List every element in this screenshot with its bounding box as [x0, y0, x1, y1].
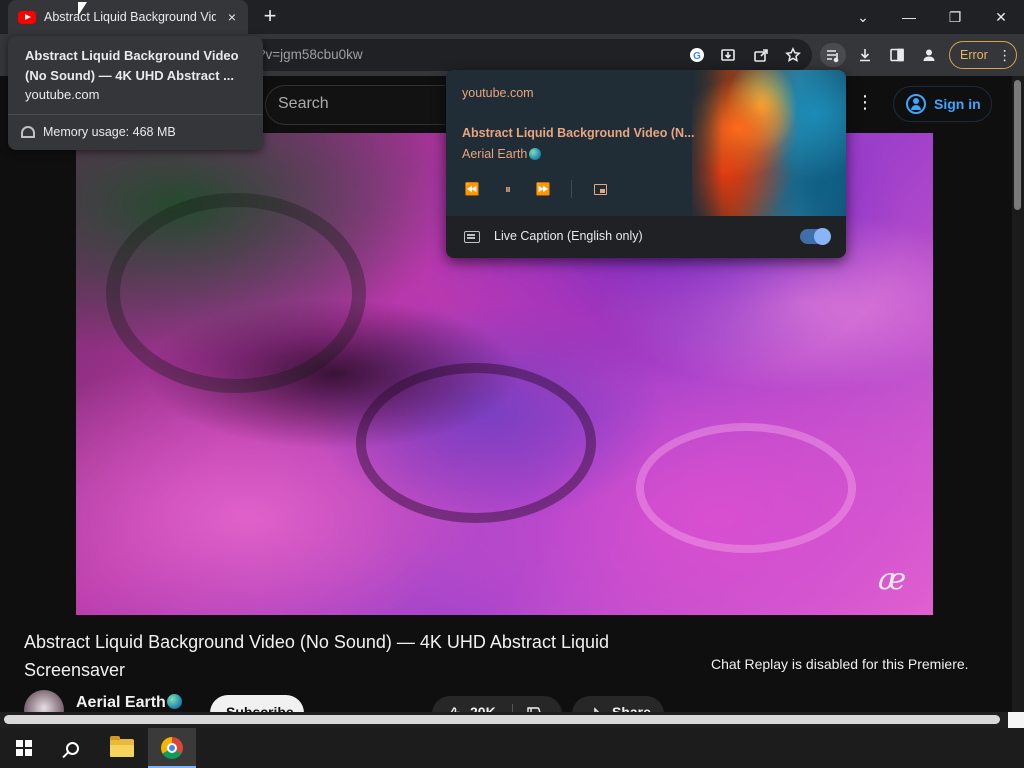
artwork-fade — [682, 70, 722, 216]
forward-icon[interactable]: ⏩ — [532, 180, 554, 198]
controls-divider — [571, 180, 572, 198]
start-button[interactable] — [0, 728, 48, 768]
share-icon[interactable] — [749, 43, 773, 67]
media-source-domain: youtube.com — [462, 86, 534, 100]
video-title: Abstract Liquid Background Video (No Sou… — [24, 632, 609, 680]
tab-title: Abstract Liquid Background Video — [44, 10, 216, 24]
download-icon[interactable] — [853, 43, 877, 67]
more-options-icon[interactable]: ⋮ — [852, 92, 878, 118]
channel-name[interactable]: Aerial Earth — [76, 694, 166, 712]
video-frame-detail — [636, 423, 856, 553]
tab-hover-card: Abstract Liquid Background Video (No Sou… — [8, 36, 263, 150]
memory-gauge-icon — [21, 126, 35, 138]
new-tab-button[interactable]: + — [258, 5, 282, 29]
mouse-cursor-icon — [78, 2, 87, 16]
url-text[interactable]: ?v=jgm58cbu0kw — [258, 47, 363, 62]
side-panel-icon[interactable] — [885, 43, 909, 67]
rewind-icon[interactable]: ⏪ — [461, 180, 483, 198]
svg-text:G: G — [693, 51, 701, 62]
picture-in-picture-icon[interactable] — [594, 184, 607, 195]
globe-icon — [529, 148, 541, 160]
media-title: Abstract Liquid Background Video (N... — [462, 126, 695, 140]
global-media-controls: youtube.com Abstract Liquid Background V… — [446, 70, 846, 258]
search-icon — [65, 741, 79, 755]
search-placeholder[interactable]: Search — [278, 95, 329, 113]
minimize-button[interactable]: — — [886, 0, 932, 34]
hover-card-domain: youtube.com — [25, 87, 100, 102]
channel-watermark[interactable]: æ — [878, 562, 906, 597]
tab-youtube[interactable]: Abstract Liquid Background Video × — [8, 0, 248, 34]
scrollbar-corner — [1008, 712, 1024, 728]
windows-logo-icon — [16, 740, 32, 756]
google-icon[interactable]: G — [685, 43, 709, 67]
youtube-favicon-icon — [18, 10, 36, 24]
video-frame-detail — [356, 363, 596, 523]
install-icon[interactable] — [716, 43, 740, 67]
chat-replay-notice: Chat Replay is disabled for this Premier… — [711, 656, 969, 672]
star-icon[interactable] — [781, 43, 805, 67]
vertical-scrollbar-thumb[interactable] — [1014, 80, 1021, 210]
close-window-button[interactable]: ✕ — [978, 0, 1024, 34]
account-icon — [906, 94, 926, 114]
hover-card-divider — [8, 114, 263, 115]
tab-close-icon[interactable]: × — [224, 9, 240, 25]
menu-icon[interactable]: ⋮ — [998, 47, 1012, 64]
sign-in-button[interactable]: Sign in — [893, 86, 992, 122]
horizontal-scrollbar-thumb[interactable] — [4, 715, 1000, 724]
chrome-taskbar-button[interactable] — [148, 728, 196, 768]
hover-card-title: Abstract Liquid Background Video (No Sou… — [25, 48, 239, 83]
media-queue-icon[interactable] — [820, 43, 846, 67]
folder-icon — [110, 736, 134, 757]
taskbar-search-button[interactable] — [48, 728, 96, 768]
sign-in-label: Sign in — [934, 96, 981, 112]
file-explorer-button[interactable] — [98, 728, 146, 768]
video-frame-detail — [106, 193, 366, 393]
live-caption-toggle[interactable] — [800, 228, 831, 245]
memory-usage: Memory usage: 468 MB — [43, 125, 176, 139]
live-caption-icon — [464, 231, 480, 243]
error-label: Error — [960, 48, 988, 62]
tab-search-button[interactable]: ⌄ — [840, 0, 886, 34]
live-caption-label: Live Caption (English only) — [494, 229, 643, 243]
chrome-icon — [161, 737, 183, 759]
media-artist: Aerial Earth — [462, 147, 528, 161]
pause-icon[interactable]: ⏸ — [497, 180, 519, 198]
profile-icon[interactable] — [917, 43, 941, 67]
restore-button[interactable]: ❐ — [932, 0, 978, 34]
globe-icon — [167, 694, 182, 709]
error-button[interactable]: Error ⋮ — [949, 41, 1017, 69]
